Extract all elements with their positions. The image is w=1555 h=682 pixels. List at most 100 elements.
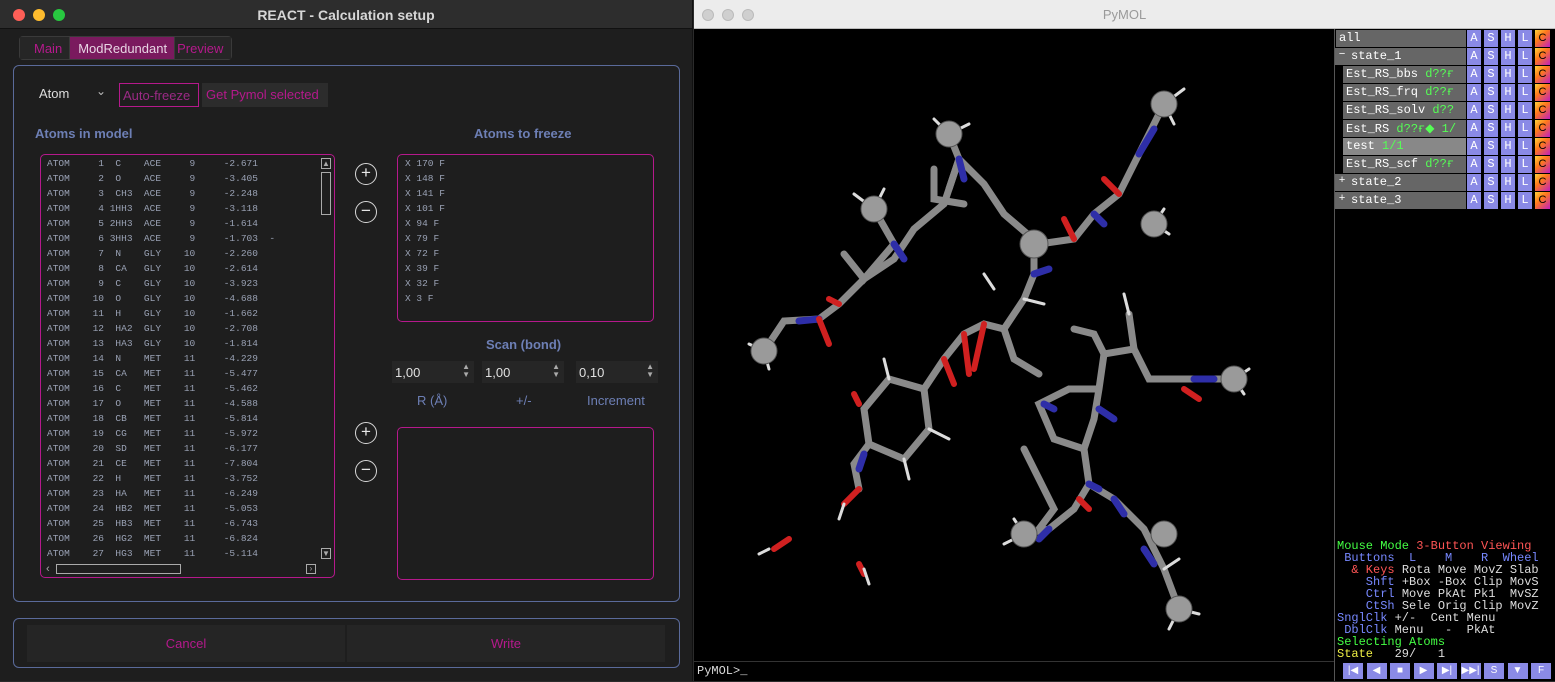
object-action-s-button[interactable]: S bbox=[1484, 102, 1499, 119]
freeze-row[interactable]: X 39 F bbox=[405, 263, 439, 274]
vertical-scrollbar[interactable]: ▲ ▼ bbox=[321, 158, 332, 560]
scan-r-input[interactable]: 1,00 ▲ ▼ bbox=[392, 361, 474, 383]
object-action-c-button[interactable]: C bbox=[1535, 30, 1550, 47]
pymol-command-line[interactable]: PyMOL>_ bbox=[694, 661, 1334, 681]
movie-menu-button[interactable]: ▼ bbox=[1507, 663, 1528, 679]
object-action-a-button[interactable]: A bbox=[1467, 120, 1482, 137]
horizontal-scrollbar[interactable]: ‹ › bbox=[44, 563, 320, 575]
movie-stop-button[interactable]: ■ bbox=[1390, 663, 1410, 679]
scan-increment-input[interactable]: 0,10 ▲ ▼ bbox=[576, 361, 658, 383]
freeze-row[interactable]: X 79 F bbox=[405, 233, 439, 244]
collapse-icon[interactable]: − bbox=[1336, 49, 1348, 64]
atom-row[interactable]: ATOM 24 HB2 MET 11 -5.053 bbox=[47, 503, 258, 518]
atom-type-select[interactable]: Atom ⌄ bbox=[35, 84, 112, 106]
object-action-c-button[interactable]: C bbox=[1535, 84, 1550, 101]
object-action-c-button[interactable]: C bbox=[1535, 120, 1550, 137]
scroll-thumb[interactable] bbox=[321, 172, 331, 215]
atom-row[interactable]: ATOM 5 2HH3 ACE 9 -1.614 bbox=[47, 218, 258, 233]
object-est-rs-frq[interactable]: Est_RS_frq d??ғ bbox=[1343, 84, 1466, 101]
atom-row[interactable]: ATOM 14 N MET 11 -4.229 bbox=[47, 353, 258, 368]
object-action-c-button[interactable]: C bbox=[1535, 174, 1550, 191]
object-action-a-button[interactable]: A bbox=[1467, 102, 1482, 119]
freeze-row[interactable]: X 94 F bbox=[405, 218, 439, 229]
atom-row[interactable]: ATOM 11 H GLY 10 -1.662 bbox=[47, 308, 258, 323]
object-action-s-button[interactable]: S bbox=[1484, 30, 1499, 47]
movie-end-button[interactable]: ▶▶| bbox=[1460, 663, 1481, 679]
object-action-l-button[interactable]: L bbox=[1518, 174, 1533, 191]
auto-freeze-button[interactable]: Auto-freeze bbox=[119, 83, 199, 107]
object-action-s-button[interactable]: S bbox=[1484, 174, 1499, 191]
movie-rewind-button[interactable]: |◀ bbox=[1343, 663, 1363, 679]
molecule-viewer[interactable] bbox=[694, 29, 1334, 661]
atom-row[interactable]: ATOM 22 H MET 11 -3.752 bbox=[47, 473, 258, 488]
object-all[interactable]: all bbox=[1336, 30, 1466, 47]
object-action-l-button[interactable]: L bbox=[1518, 48, 1533, 65]
object-action-a-button[interactable]: A bbox=[1467, 48, 1482, 65]
object-action-c-button[interactable]: C bbox=[1535, 156, 1550, 173]
get-pymol-selected-button[interactable]: Get Pymol selected bbox=[202, 83, 328, 107]
object-action-a-button[interactable]: A bbox=[1467, 192, 1482, 209]
movie-back-button[interactable]: ◀ bbox=[1366, 663, 1387, 679]
movie-forward-button[interactable]: ▶| bbox=[1437, 663, 1457, 679]
movie-scene-button[interactable]: S bbox=[1484, 663, 1504, 679]
object-action-h-button[interactable]: H bbox=[1501, 156, 1516, 173]
stepper-icon[interactable]: ▲ ▼ bbox=[646, 363, 654, 379]
atom-row[interactable]: ATOM 18 CB MET 11 -5.814 bbox=[47, 413, 258, 428]
object-action-a-button[interactable]: A bbox=[1467, 84, 1482, 101]
stepper-icon[interactable]: ▲ ▼ bbox=[552, 363, 560, 379]
atom-row[interactable]: ATOM 16 C MET 11 -5.462 bbox=[47, 383, 258, 398]
object-action-s-button[interactable]: S bbox=[1484, 120, 1499, 137]
object-test[interactable]: test 1/1 bbox=[1343, 138, 1466, 155]
movie-full-button[interactable]: F bbox=[1531, 663, 1551, 679]
atom-row[interactable]: ATOM 17 O MET 11 -4.588 bbox=[47, 398, 258, 413]
object-action-c-button[interactable]: C bbox=[1535, 48, 1550, 65]
atom-row[interactable]: ATOM 27 HG3 MET 11 -5.114 bbox=[47, 548, 258, 563]
write-button[interactable]: Write bbox=[347, 625, 665, 662]
remove-freeze-button[interactable]: − bbox=[355, 201, 377, 223]
object-action-s-button[interactable]: S bbox=[1484, 156, 1499, 173]
expand-icon[interactable]: + bbox=[1336, 175, 1348, 190]
object-action-a-button[interactable]: A bbox=[1467, 174, 1482, 191]
atom-row[interactable]: ATOM 4 1HH3 ACE 9 -3.118 bbox=[47, 203, 258, 218]
object-action-h-button[interactable]: H bbox=[1501, 192, 1516, 209]
atom-row[interactable]: ATOM 25 HB3 MET 11 -6.743 bbox=[47, 518, 258, 533]
atom-row[interactable]: ATOM 10 O GLY 10 -4.688 bbox=[47, 293, 258, 308]
atom-row[interactable]: ATOM 8 CA GLY 10 -2.614 bbox=[47, 263, 258, 278]
object-action-s-button[interactable]: S bbox=[1484, 48, 1499, 65]
object-action-a-button[interactable]: A bbox=[1467, 138, 1482, 155]
freeze-row[interactable]: X 3 F bbox=[405, 293, 434, 304]
cancel-button[interactable]: Cancel bbox=[27, 625, 345, 662]
object-action-a-button[interactable]: A bbox=[1467, 156, 1482, 173]
tab-preview[interactable]: Preview bbox=[175, 37, 232, 59]
object-action-h-button[interactable]: H bbox=[1501, 66, 1516, 83]
atom-row[interactable]: ATOM 21 CE MET 11 -7.804 bbox=[47, 458, 258, 473]
freeze-row[interactable]: X 101 F bbox=[405, 203, 445, 214]
object-action-l-button[interactable]: L bbox=[1518, 66, 1533, 83]
movie-play-button[interactable]: ▶ bbox=[1413, 663, 1434, 679]
object-est-rs[interactable]: Est_RS d??ғ◆ 1/ bbox=[1343, 120, 1466, 137]
expand-icon[interactable]: + bbox=[1336, 193, 1348, 208]
object-action-h-button[interactable]: H bbox=[1501, 48, 1516, 65]
atom-row[interactable]: ATOM 13 HA3 GLY 10 -1.814 bbox=[47, 338, 258, 353]
object-action-a-button[interactable]: A bbox=[1467, 30, 1482, 47]
object-action-s-button[interactable]: S bbox=[1484, 192, 1499, 209]
object-action-l-button[interactable]: L bbox=[1518, 120, 1533, 137]
object-est-rs-bbs[interactable]: Est_RS_bbs d??ғ bbox=[1343, 66, 1466, 83]
object-action-l-button[interactable]: L bbox=[1518, 192, 1533, 209]
add-freeze-button[interactable]: + bbox=[355, 163, 377, 185]
atom-row[interactable]: ATOM 1 C ACE 9 -2.671 bbox=[47, 158, 258, 173]
atom-row[interactable]: ATOM 26 HG2 MET 11 -6.824 bbox=[47, 533, 258, 548]
scroll-right-icon[interactable]: › bbox=[306, 564, 316, 574]
freeze-row[interactable]: X 170 F bbox=[405, 158, 445, 169]
scroll-down-icon[interactable]: ▼ bbox=[321, 548, 331, 559]
remove-scan-button[interactable]: − bbox=[355, 460, 377, 482]
object-state-2[interactable]: + state_2 bbox=[1335, 174, 1466, 191]
stepper-icon[interactable]: ▲ ▼ bbox=[462, 363, 470, 379]
object-state-3[interactable]: + state_3 bbox=[1335, 192, 1466, 209]
freeze-row[interactable]: X 148 F bbox=[405, 173, 445, 184]
atom-row[interactable]: ATOM 2 O ACE 9 -3.405 bbox=[47, 173, 258, 188]
object-action-l-button[interactable]: L bbox=[1518, 84, 1533, 101]
freeze-row[interactable]: X 32 F bbox=[405, 278, 439, 289]
object-action-c-button[interactable]: C bbox=[1535, 192, 1550, 209]
freeze-row[interactable]: X 72 F bbox=[405, 248, 439, 259]
